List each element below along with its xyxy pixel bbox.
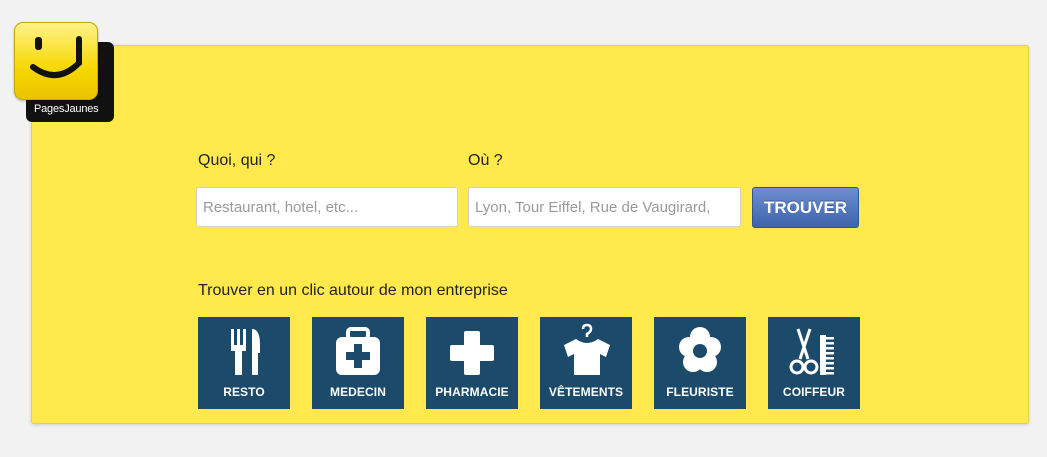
pagesjaunes-logo[interactable]: PagesJaunes <box>14 22 116 124</box>
category-label: COIFFEUR <box>782 385 846 399</box>
flower-icon <box>679 327 721 372</box>
where-input[interactable] <box>468 187 741 227</box>
category-label: PHARMACIE <box>435 385 509 399</box>
utensils-icon <box>231 329 260 375</box>
search-button[interactable]: TROUVER <box>752 187 859 228</box>
category-pharmacie-button[interactable]: PHARMACIE <box>426 317 518 409</box>
category-medecin-button[interactable]: MEDECIN <box>312 317 404 409</box>
what-label: Quoi, qui ? <box>198 152 276 169</box>
search-panel <box>31 45 1029 424</box>
pharmacy-cross-icon <box>450 331 494 375</box>
category-resto-button[interactable]: RESTO <box>198 317 290 409</box>
where-label: Où ? <box>468 152 503 169</box>
logo-text: PagesJaunes <box>34 103 99 115</box>
what-input[interactable] <box>196 187 458 227</box>
category-fleuriste-button[interactable]: FLEURISTE <box>654 317 746 409</box>
category-label: RESTO <box>223 385 265 399</box>
category-label: FLEURISTE <box>666 385 734 399</box>
category-label: VÊTEMENTS <box>548 385 624 399</box>
category-vetements-button[interactable]: VÊTEMENTS <box>540 317 632 409</box>
scissors-comb-icon <box>789 328 834 375</box>
smiley-icon <box>14 22 98 100</box>
tshirt-hanger-icon <box>564 323 610 375</box>
category-coiffeur-button[interactable]: COIFFEUR <box>768 317 860 409</box>
medical-kit-icon <box>336 327 380 375</box>
quick-search-title: Trouver en un clic autour de mon entrepr… <box>198 282 508 299</box>
category-label: MEDECIN <box>329 385 387 399</box>
